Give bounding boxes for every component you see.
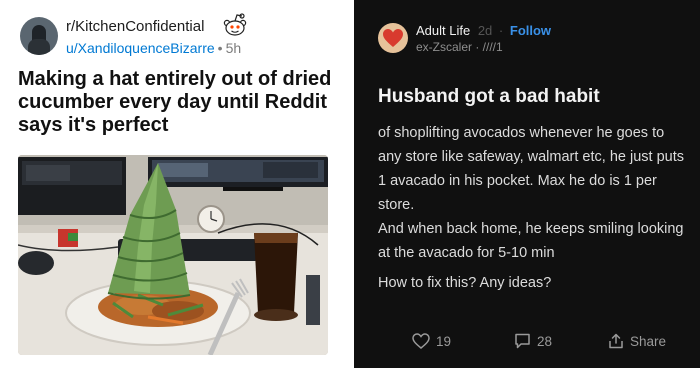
account-line: Adult Life 2d · Follow — [416, 23, 551, 38]
like-button[interactable]: 19 — [412, 333, 451, 349]
share-icon — [609, 333, 623, 349]
post-title[interactable]: Making a hat entirely out of dried cucum… — [18, 68, 338, 137]
share-button[interactable]: Share — [608, 333, 666, 349]
threads-post-card: Adult Life 2d · Follow ex-Zscaler · ////… — [354, 0, 700, 368]
account-handle: ex-Zscaler · ////1 — [416, 40, 503, 54]
heart-avatar-icon — [383, 29, 403, 47]
post-age: 5h — [225, 40, 242, 56]
subreddit-name[interactable]: r/KitchenConfidential — [66, 18, 204, 35]
post-question: How to fix this? Any ideas? — [378, 275, 552, 291]
account-name[interactable]: Adult Life — [416, 23, 470, 38]
post-meta: u/XandiloquenceBizarre • 5h — [66, 40, 241, 56]
subreddit-avatar[interactable] — [20, 17, 58, 55]
post-body-paragraph: of shoplifting avocados whenever he goes… — [378, 125, 684, 213]
comment-button[interactable]: 28 — [514, 333, 552, 349]
follow-button[interactable]: Follow — [510, 23, 551, 38]
post-title: Husband got a bad habit — [378, 86, 600, 107]
comment-icon — [515, 333, 530, 349]
meta-dot: · — [498, 23, 504, 38]
heart-icon — [412, 333, 430, 349]
post-image[interactable] — [18, 155, 328, 355]
reddit-snoo-icon — [223, 13, 247, 36]
share-label: Share — [630, 333, 667, 349]
post-body-paragraph: And when back home, he keeps smiling loo… — [378, 221, 684, 261]
like-count: 19 — [436, 333, 452, 349]
account-avatar[interactable] — [378, 23, 408, 53]
meta-separator: • — [217, 40, 223, 56]
comment-count: 28 — [537, 333, 553, 349]
username-link[interactable]: u/XandiloquenceBizarre — [66, 40, 215, 56]
post-time: 2d — [477, 23, 493, 38]
cucumber-hat-photo — [18, 155, 328, 355]
reddit-post-card: r/KitchenConfidential u/XandiloquenceBiz… — [0, 0, 350, 368]
post-body: of shoplifting avocados whenever he goes… — [378, 121, 688, 265]
